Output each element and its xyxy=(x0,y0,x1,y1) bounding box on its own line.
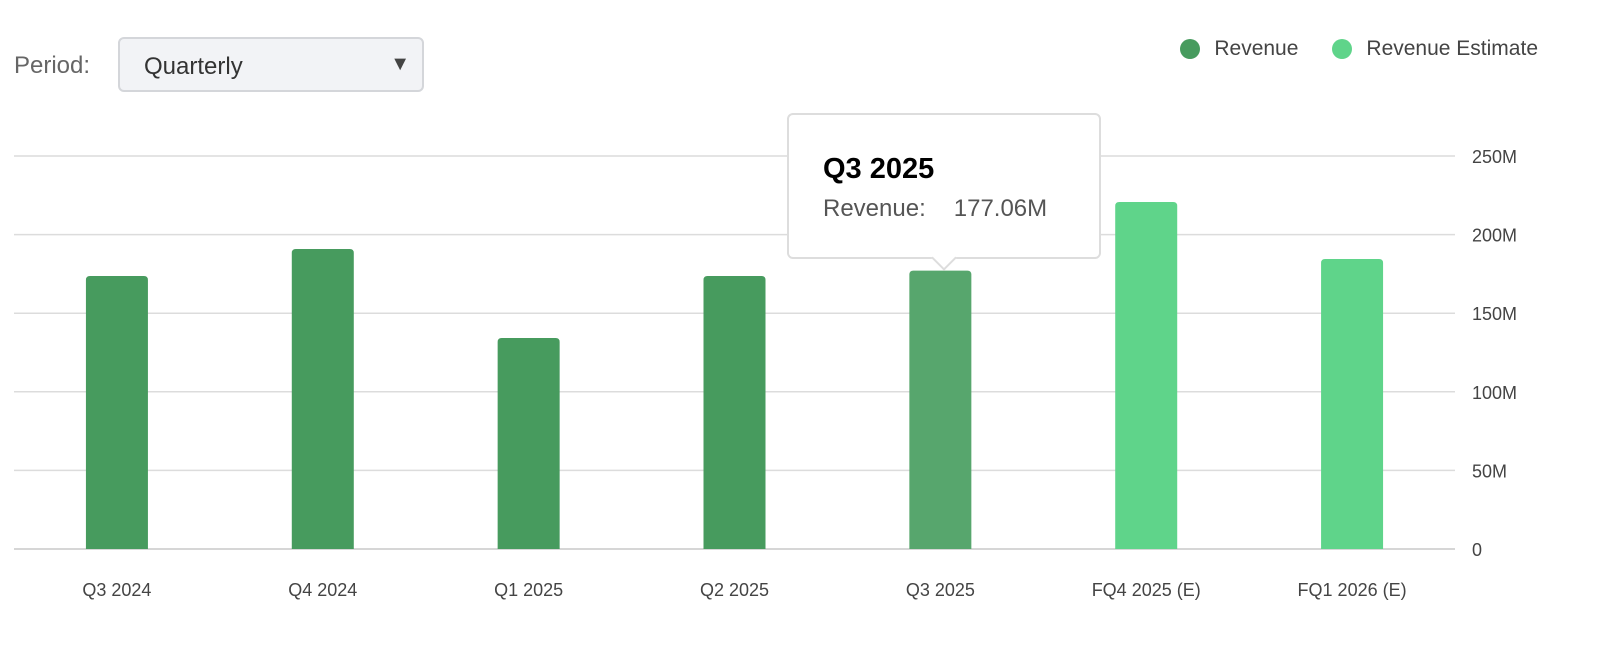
bar-q1-2025 xyxy=(497,338,560,549)
tooltip-value: 177.06M xyxy=(953,195,1048,222)
tooltip-label: Revenue: xyxy=(823,195,926,222)
x-tick-label: FQ4 2025 (E) xyxy=(1092,580,1201,600)
y-tick-label: 0 xyxy=(1472,540,1482,560)
bar-fq1-2026-e- xyxy=(1321,258,1384,549)
bar-q3-2024 xyxy=(85,275,148,549)
x-tick-label: Q4 2024 xyxy=(288,580,357,600)
y-tick-label: 100M xyxy=(1472,383,1517,403)
revenue-bar-chart: 0 50M 100M 150M 200M 250M Q3 2024 Q4 2024 Q1 202… xyxy=(14,147,1517,600)
x-tick-label: Q2 2025 xyxy=(700,580,769,600)
tooltip-title: Q3 2025 xyxy=(823,153,935,185)
bar-fq4-2025-e- xyxy=(1115,202,1178,549)
x-tick-label: Q3 2025 xyxy=(906,580,975,600)
x-tick-label: FQ1 2026 (E) xyxy=(1298,580,1407,600)
y-tick-label: 150M xyxy=(1472,304,1517,324)
x-tick-label: Q1 2025 xyxy=(494,580,563,600)
bar-q4-2024 xyxy=(291,249,354,550)
bar-q2-2025 xyxy=(703,275,766,549)
y-tick-label: 200M xyxy=(1472,226,1517,246)
bar-q3-2025 xyxy=(909,270,972,549)
chart-tooltip: Q3 2025 Revenue: 177.06M xyxy=(787,113,1101,271)
y-tick-label: 250M xyxy=(1472,147,1517,167)
x-tick-label: Q3 2024 xyxy=(82,580,151,600)
y-tick-label: 50M xyxy=(1472,461,1507,481)
